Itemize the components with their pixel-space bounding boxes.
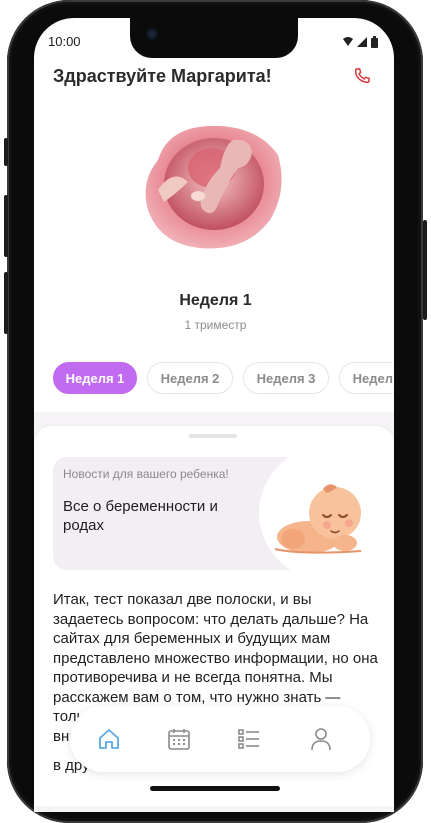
status-time: 10:00 (48, 34, 81, 49)
battery-icon (371, 36, 378, 48)
profile-icon[interactable] (308, 726, 334, 752)
list-icon[interactable] (236, 726, 262, 752)
side-button (4, 138, 8, 166)
status-bar: 10:00 (48, 34, 378, 52)
phone-icon[interactable] (352, 66, 372, 86)
trimester-label: 1 триместр (184, 318, 247, 332)
week-title: Неделя 1 (179, 292, 252, 309)
calendar-icon[interactable] (166, 726, 192, 752)
sheet-handle[interactable] (189, 434, 237, 438)
week-tab-1[interactable]: Неделя 1 (53, 362, 137, 394)
home-icon[interactable] (96, 726, 122, 752)
greeting-title: Здраствуйте Маргарита! (53, 66, 272, 86)
sleeping-baby-icon (274, 484, 362, 554)
news-card[interactable]: Новости для вашего ребенка! Все о береме… (53, 457, 373, 570)
bottom-tab-bar (70, 706, 370, 772)
week-tab-3[interactable]: Неделя 3 (243, 362, 329, 394)
system-icons (343, 36, 378, 48)
week-selector: Неделя 1 Неделя 2 Неделя 3 Неделя 4 (53, 362, 393, 396)
side-button (4, 195, 8, 257)
news-card-title: Все о беременности и родах (63, 498, 218, 534)
embryo-illustration (145, 125, 282, 249)
signal-icon (357, 37, 367, 47)
wifi-icon (343, 37, 353, 46)
week-tab-2[interactable]: Неделя 2 (147, 362, 233, 394)
news-card-label: Новости для вашего ребенка! (63, 467, 229, 481)
week-tab-4[interactable]: Неделя 4 (339, 362, 393, 394)
home-indicator (150, 786, 280, 791)
